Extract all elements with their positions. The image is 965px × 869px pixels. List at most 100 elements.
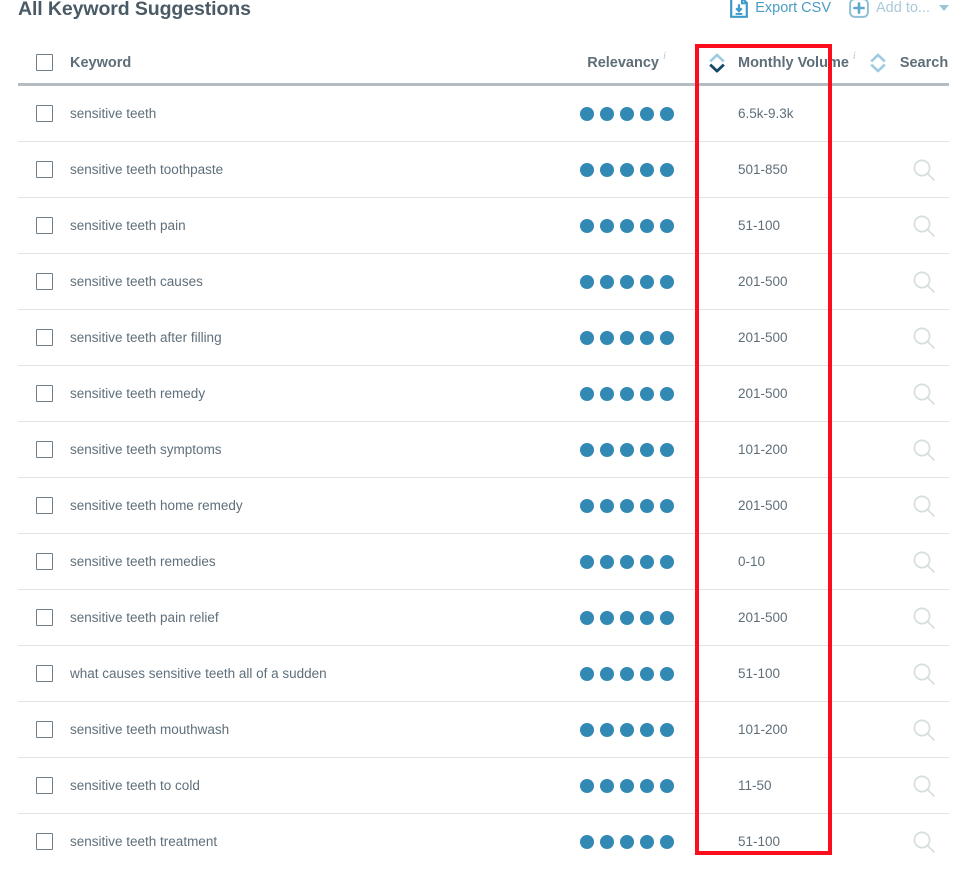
row-checkbox-cell[interactable]: [18, 161, 70, 178]
search-cell[interactable]: [899, 381, 949, 407]
table-row[interactable]: sensitive teeth treatment51-100: [18, 814, 949, 869]
search-cell[interactable]: [899, 437, 949, 463]
search-icon[interactable]: [911, 325, 937, 351]
search-icon[interactable]: [911, 269, 937, 295]
row-checkbox-cell[interactable]: [18, 665, 70, 682]
keyword-cell[interactable]: sensitive teeth toothpaste: [70, 161, 558, 179]
search-icon[interactable]: [911, 157, 937, 183]
table-row[interactable]: sensitive teeth mouthwash101-200: [18, 702, 949, 758]
keyword-cell[interactable]: sensitive teeth to cold: [70, 777, 558, 795]
search-icon[interactable]: [911, 829, 937, 855]
relevancy-sort-button[interactable]: [695, 52, 738, 74]
search-cell[interactable]: [899, 213, 949, 239]
row-checkbox[interactable]: [36, 609, 53, 626]
search-icon[interactable]: [911, 213, 937, 239]
select-all-checkbox-cell[interactable]: [18, 54, 70, 71]
keyword-cell[interactable]: sensitive teeth treatment: [70, 833, 558, 851]
row-checkbox[interactable]: [36, 441, 53, 458]
table-row[interactable]: sensitive teeth pain51-100: [18, 198, 949, 254]
sort-desc-icon[interactable]: [708, 52, 726, 74]
table-row[interactable]: sensitive teeth causes201-500: [18, 254, 949, 310]
relevancy-info-icon[interactable]: i: [663, 51, 666, 62]
search-cell[interactable]: [899, 829, 949, 855]
keyword-cell[interactable]: sensitive teeth pain relief: [70, 609, 558, 627]
sort-none-icon[interactable]: [869, 52, 887, 74]
row-checkbox[interactable]: [36, 553, 53, 570]
relevancy-dot: [640, 219, 654, 233]
table-row[interactable]: sensitive teeth to cold11-50: [18, 758, 949, 814]
table-row[interactable]: sensitive teeth6.5k-9.3k: [18, 86, 949, 142]
row-checkbox[interactable]: [36, 777, 53, 794]
row-checkbox[interactable]: [36, 665, 53, 682]
search-cell[interactable]: [899, 661, 949, 687]
relevancy-rating: [580, 723, 674, 737]
search-cell[interactable]: [899, 773, 949, 799]
search-icon[interactable]: [911, 605, 937, 631]
monthly-volume-sort-button[interactable]: [856, 52, 899, 74]
table-row[interactable]: sensitive teeth pain relief201-500: [18, 590, 949, 646]
search-icon[interactable]: [911, 493, 937, 519]
keyword-column-header[interactable]: Keyword: [70, 54, 558, 72]
table-row[interactable]: sensitive teeth remedies0-10: [18, 534, 949, 590]
row-checkbox[interactable]: [36, 721, 53, 738]
keyword-cell[interactable]: sensitive teeth home remedy: [70, 497, 558, 515]
keyword-cell[interactable]: sensitive teeth causes: [70, 273, 558, 291]
select-all-checkbox[interactable]: [36, 54, 53, 71]
table-row[interactable]: sensitive teeth toothpaste501-850: [18, 142, 949, 198]
row-checkbox-cell[interactable]: [18, 833, 70, 850]
table-row[interactable]: sensitive teeth after filling201-500: [18, 310, 949, 366]
monthly-volume-column-header[interactable]: Monthly Volume i: [738, 55, 856, 71]
search-cell[interactable]: [899, 269, 949, 295]
row-checkbox[interactable]: [36, 329, 53, 346]
table-row[interactable]: sensitive teeth symptoms101-200: [18, 422, 949, 478]
row-checkbox[interactable]: [36, 105, 53, 122]
keyword-cell[interactable]: sensitive teeth remedy: [70, 385, 558, 403]
relevancy-column-header[interactable]: Relevancy i: [558, 55, 695, 71]
table-row[interactable]: sensitive teeth home remedy201-500: [18, 478, 949, 534]
keyword-cell[interactable]: sensitive teeth after filling: [70, 329, 558, 347]
relevancy-dot: [600, 555, 614, 569]
keyword-cell[interactable]: sensitive teeth mouthwash: [70, 721, 558, 739]
row-checkbox[interactable]: [36, 833, 53, 850]
row-checkbox-cell[interactable]: [18, 441, 70, 458]
search-icon[interactable]: [911, 381, 937, 407]
row-checkbox[interactable]: [36, 273, 53, 290]
row-checkbox-cell[interactable]: [18, 273, 70, 290]
row-checkbox-cell[interactable]: [18, 105, 70, 122]
row-checkbox-cell[interactable]: [18, 385, 70, 402]
row-checkbox[interactable]: [36, 497, 53, 514]
keyword-cell[interactable]: sensitive teeth pain: [70, 217, 558, 235]
search-icon[interactable]: [911, 661, 937, 687]
search-cell[interactable]: [899, 325, 949, 351]
keyword-cell[interactable]: sensitive teeth: [70, 105, 558, 123]
search-icon[interactable]: [911, 773, 937, 799]
chevron-down-icon[interactable]: [939, 5, 949, 11]
row-checkbox-cell[interactable]: [18, 217, 70, 234]
row-checkbox-cell[interactable]: [18, 553, 70, 570]
search-cell[interactable]: [899, 717, 949, 743]
keyword-cell[interactable]: sensitive teeth symptoms: [70, 441, 558, 459]
table-row[interactable]: what causes sensitive teeth all of a sud…: [18, 646, 949, 702]
export-csv-button[interactable]: Export CSV: [730, 0, 831, 18]
row-checkbox[interactable]: [36, 217, 53, 234]
table-row[interactable]: sensitive teeth remedy201-500: [18, 366, 949, 422]
keyword-cell[interactable]: what causes sensitive teeth all of a sud…: [70, 665, 558, 683]
add-to-button[interactable]: Add to...: [849, 0, 949, 18]
relevancy-dot: [660, 835, 674, 849]
row-checkbox[interactable]: [36, 161, 53, 178]
search-cell[interactable]: [899, 605, 949, 631]
row-checkbox-cell[interactable]: [18, 329, 70, 346]
keyword-cell[interactable]: sensitive teeth remedies: [70, 553, 558, 571]
monthly-volume-info-icon[interactable]: i: [853, 51, 856, 62]
search-cell[interactable]: [899, 493, 949, 519]
row-checkbox[interactable]: [36, 385, 53, 402]
search-icon[interactable]: [911, 717, 937, 743]
search-cell[interactable]: [899, 549, 949, 575]
row-checkbox-cell[interactable]: [18, 777, 70, 794]
row-checkbox-cell[interactable]: [18, 497, 70, 514]
search-cell[interactable]: [899, 157, 949, 183]
search-icon[interactable]: [911, 437, 937, 463]
search-icon[interactable]: [911, 549, 937, 575]
row-checkbox-cell[interactable]: [18, 609, 70, 626]
row-checkbox-cell[interactable]: [18, 721, 70, 738]
